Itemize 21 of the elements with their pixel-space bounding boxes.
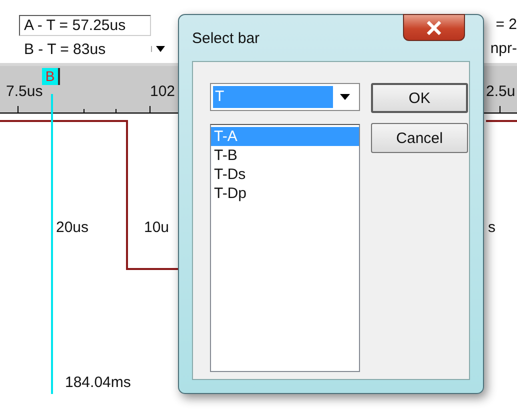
time-readout: 184.04ms xyxy=(65,374,131,391)
ruler-label: 2.5u xyxy=(486,83,516,100)
readout-field: A - T = 57.25us xyxy=(19,14,151,36)
dropdown-arrow-icon[interactable] xyxy=(151,46,165,52)
list-item[interactable]: T-Dp xyxy=(211,184,359,203)
list-item[interactable]: T-Ds xyxy=(211,165,359,184)
cancel-button[interactable]: Cancel xyxy=(371,123,468,153)
ruler-label: 7.5us xyxy=(6,83,43,100)
readout-text: npr- xyxy=(490,39,517,59)
close-icon xyxy=(426,20,442,34)
duration-label: s xyxy=(488,219,496,236)
dropdown-arrow-icon xyxy=(340,94,350,100)
ok-button[interactable]: OK xyxy=(371,83,468,113)
dialog-title: Select bar xyxy=(192,30,260,47)
ruler-label: 102 xyxy=(150,83,176,100)
list-item[interactable]: T-B xyxy=(211,146,359,165)
duration-label: 20us xyxy=(56,219,89,236)
duration-label: 10u xyxy=(144,219,170,236)
readout-text: = 2 xyxy=(496,15,517,35)
close-button[interactable] xyxy=(403,14,465,41)
readout-field: B - T = 83us xyxy=(19,38,151,60)
